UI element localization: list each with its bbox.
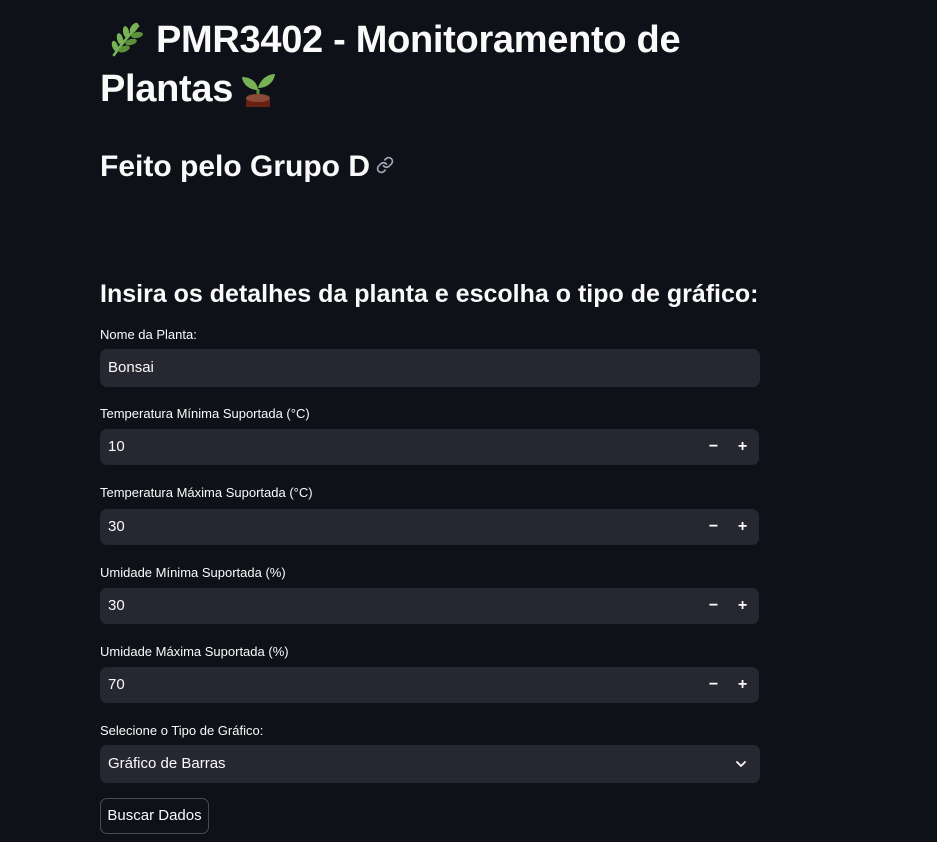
plant-name-input[interactable]: Bonsai <box>100 349 760 387</box>
humidity-min-value: 30 <box>108 597 125 614</box>
humidity-max-increment-button[interactable]: + <box>728 667 757 703</box>
temp-min-value: 10 <box>108 438 125 455</box>
temp-min-label: Temperatura Mínima Suportada (°C) <box>100 406 310 421</box>
temp-min-increment-button[interactable]: + <box>728 429 757 465</box>
humidity-max-decrement-button[interactable]: − <box>699 667 728 703</box>
humidity-max-value: 70 <box>108 676 125 693</box>
seedling-icon <box>239 69 277 109</box>
temp-max-decrement-button[interactable]: − <box>699 509 728 545</box>
temp-min-input[interactable]: 10 − + <box>100 429 759 465</box>
herb-icon <box>108 22 144 58</box>
chart-type-label: Selecione o Tipo de Gráfico: <box>100 723 264 738</box>
humidity-min-decrement-button[interactable]: − <box>699 588 728 624</box>
section-heading: Insira os detalhes da planta e escolha o… <box>100 280 759 308</box>
fetch-data-button[interactable]: Buscar Dados <box>100 798 209 834</box>
plant-name-label: Nome da Planta: <box>100 327 197 342</box>
chevron-down-icon[interactable] <box>734 757 748 771</box>
page-title: PMR3402 - Monitoramento de Plantas <box>100 16 760 114</box>
plant-name-value: Bonsai <box>108 359 154 376</box>
temp-max-label: Temperatura Máxima Suportada (°C) <box>100 485 313 500</box>
humidity-max-label: Umidade Máxima Suportada (%) <box>100 644 289 659</box>
temp-max-increment-button[interactable]: + <box>728 509 757 545</box>
subtitle-text: Feito pelo Grupo D <box>100 150 370 183</box>
temp-max-value: 30 <box>108 518 125 535</box>
temp-min-decrement-button[interactable]: − <box>699 429 728 465</box>
temp-max-input[interactable]: 30 − + <box>100 509 759 545</box>
link-icon[interactable] <box>376 144 394 174</box>
humidity-min-input[interactable]: 30 − + <box>100 588 759 624</box>
title-text-line2: Plantas <box>100 68 234 110</box>
subtitle: Feito pelo Grupo D <box>100 144 394 188</box>
title-text-line1: PMR3402 - Monitoramento de <box>156 19 681 61</box>
humidity-max-input[interactable]: 70 − + <box>100 667 759 703</box>
chart-type-selected-value: Gráfico de Barras <box>108 755 226 772</box>
humidity-min-increment-button[interactable]: + <box>728 588 757 624</box>
humidity-min-label: Umidade Mínima Suportada (%) <box>100 565 286 580</box>
chart-type-select[interactable]: Gráfico de Barras <box>100 745 760 783</box>
